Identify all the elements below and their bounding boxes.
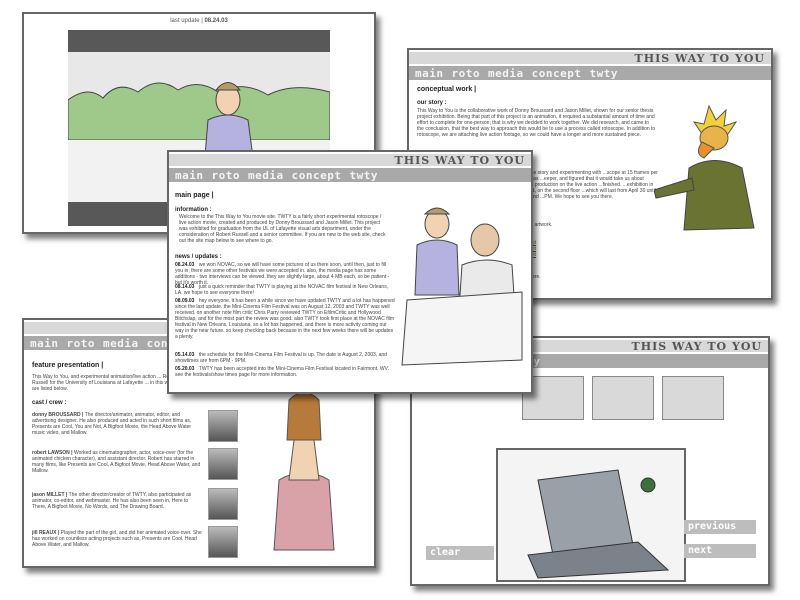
thumbnail[interactable] <box>662 376 724 420</box>
news-heading: news / updates : <box>175 254 222 260</box>
cast-entry: jill REAUX | Played the part of the girl… <box>32 530 202 548</box>
news-item: 08.09.03 hey everyone. it has been a whi… <box>175 298 395 340</box>
cast-entry: jason MILLET | The other director/creato… <box>32 492 202 510</box>
window-main-page: THIS WAY TO YOU main roto media concept … <box>167 150 533 394</box>
cast-heading: cast / crew : <box>32 400 67 406</box>
nav-concept[interactable]: concept <box>532 67 582 80</box>
nav-main[interactable]: main <box>415 67 444 80</box>
chicken-character-illustration <box>654 104 755 231</box>
news-text: just a quick reminder that TWTY is playi… <box>175 284 389 296</box>
news-text: the schedule for the Mini-Cinema Film Fe… <box>175 352 387 364</box>
cast-photo <box>208 488 238 520</box>
nav-media[interactable]: media <box>488 67 524 80</box>
news-item: 08.24.03 we won NOVAC, so we will have s… <box>175 262 395 286</box>
nav-bar: main roto media concept twty <box>409 66 771 80</box>
characters-illustration <box>401 207 523 366</box>
story-text: This Way to You is the collaborative wor… <box>417 108 656 138</box>
section-title: feature presentation | <box>32 362 104 369</box>
page-title: main page | <box>175 192 214 199</box>
cast-photo <box>208 526 238 558</box>
news-item: 05.20.03 TWTY has been accepted into the… <box>175 366 395 378</box>
cast-photo <box>208 448 238 480</box>
nav-main[interactable]: main <box>30 337 59 350</box>
site-logo: THIS WAY TO YOU <box>631 340 762 353</box>
nav-twty[interactable]: twty <box>589 67 618 80</box>
news-text: hey everyone. it has been a while since … <box>175 298 395 340</box>
story-heading: our story : <box>417 100 447 106</box>
clear-screen-button[interactable]: clear screen <box>426 546 494 572</box>
nav-media[interactable]: media <box>248 169 284 182</box>
nav-roto[interactable]: roto <box>67 337 96 350</box>
nav-roto[interactable]: roto <box>452 67 481 80</box>
main-frame <box>496 448 686 582</box>
nav-concept[interactable]: concept <box>292 169 342 182</box>
news-text: TWTY has been accepted into the Mini-Cin… <box>175 366 389 378</box>
info-text: Welcome to the This Way to You movie sit… <box>179 214 386 244</box>
news-item: 08.14.03 just a quick reminder that TWTY… <box>175 284 395 296</box>
info-heading: information : <box>175 207 212 213</box>
news-item: 05.14.03 the schedule for the Mini-Cinem… <box>175 352 395 364</box>
nav-twty[interactable]: twty <box>349 169 378 182</box>
girl-character-illustration <box>273 392 335 551</box>
laptop-illustration <box>527 469 670 579</box>
news-text: we won NOVAC, so we will have some pictu… <box>175 262 390 286</box>
feature-intro: This Way to You, and experimental animat… <box>32 374 178 392</box>
cast-photo <box>208 410 238 442</box>
nav-roto[interactable]: roto <box>212 169 241 182</box>
last-update: last update | 08.24.03 <box>170 18 228 24</box>
story-text-lower: ...rting the story and experimenting wit… <box>514 170 658 200</box>
nav-bar: main roto media concept twty <box>169 168 531 182</box>
cast-entry: robert LAWSON | Worked as cinematographe… <box>32 450 202 474</box>
site-logo: THIS WAY TO YOU <box>394 154 525 167</box>
nav-media[interactable]: media <box>103 337 139 350</box>
nav-main[interactable]: main <box>175 169 204 182</box>
previous-button[interactable]: previous <box>684 520 756 534</box>
next-button[interactable]: next <box>684 544 756 558</box>
site-logo: THIS WAY TO YOU <box>634 52 765 65</box>
thumbnail[interactable] <box>592 376 654 420</box>
section-title: conceptual work | <box>417 86 477 93</box>
cast-entry: donny BROUSSARD | The director/animator,… <box>32 412 202 436</box>
